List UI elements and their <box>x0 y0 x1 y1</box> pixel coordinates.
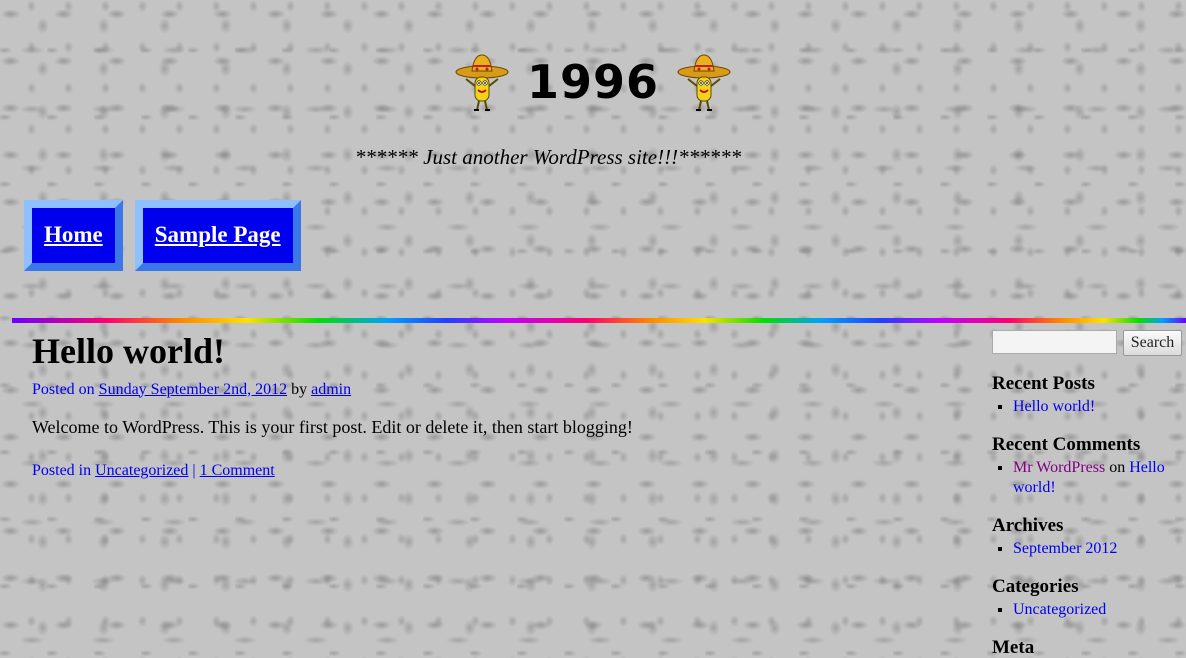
sidebar: Search Recent Posts Hello world! Recent … <box>992 330 1184 658</box>
search-form: Search <box>992 330 1184 356</box>
list-item: Hello world! <box>1013 397 1184 417</box>
site-tagline: ****** Just another WordPress site!!!***… <box>354 145 742 169</box>
post-body: Welcome to WordPress. This is your first… <box>32 416 633 437</box>
recent-comments-widget: Recent Comments Mr WordPress on Hello wo… <box>992 433 1184 498</box>
post-category-link[interactable]: Uncategorized <box>95 462 188 479</box>
rainbow-divider <box>12 318 1186 323</box>
post-meta: Posted on Sunday September 2nd, 2012 by … <box>32 381 932 399</box>
categories-widget: Categories Uncategorized <box>992 575 1184 620</box>
post-comments-link[interactable]: 1 Comment <box>200 462 275 479</box>
post-footer: Posted in Uncategorized | 1 Comment <box>32 462 932 480</box>
archives-widget: Archives September 2012 <box>992 514 1184 559</box>
footer-separator: | <box>192 461 196 479</box>
recent-posts-title: Recent Posts <box>992 373 1095 394</box>
nav-home-button[interactable]: Home <box>24 200 123 272</box>
archives-title: Archives <box>992 514 1064 536</box>
recent-comments-title: Recent Comments <box>992 433 1141 455</box>
categories-title: Categories <box>992 575 1079 597</box>
search-button[interactable]: Search <box>1123 330 1182 356</box>
archive-link[interactable]: September 2012 <box>1013 540 1117 557</box>
post: Hello world! Posted on Sunday September … <box>32 331 932 480</box>
site-header: 1996 <box>0 52 1186 112</box>
by-label: by <box>291 380 308 398</box>
meta-widget: Meta <box>992 636 1184 658</box>
sombrero-icon <box>455 54 509 111</box>
meta-title: Meta <box>992 636 1035 658</box>
comment-on-label: on <box>1109 458 1126 476</box>
posted-on-label: Posted on <box>32 380 95 398</box>
search-input[interactable] <box>992 330 1117 354</box>
post-date-link[interactable]: Sunday September 2nd, 2012 <box>99 381 287 398</box>
sombrero-icon <box>677 54 731 111</box>
nav-sample-page-button[interactable]: Sample Page <box>134 200 301 272</box>
recent-post-link[interactable]: Hello world! <box>1013 398 1095 415</box>
list-item: Mr WordPress on Hello world! <box>1013 458 1184 498</box>
category-link[interactable]: Uncategorized <box>1013 601 1106 618</box>
post-author-link[interactable]: admin <box>311 381 351 398</box>
recent-posts-widget: Recent Posts Hello world! <box>992 373 1184 417</box>
main-nav: Home Sample Page <box>24 200 301 272</box>
post-title[interactable]: Hello world! <box>32 331 932 372</box>
list-item: September 2012 <box>1013 539 1184 559</box>
site-title[interactable]: 1996 <box>527 55 659 109</box>
posted-in-label: Posted in <box>32 461 92 479</box>
list-item: Uncategorized <box>1013 600 1184 620</box>
comment-author-link[interactable]: Mr WordPress <box>1013 459 1105 476</box>
